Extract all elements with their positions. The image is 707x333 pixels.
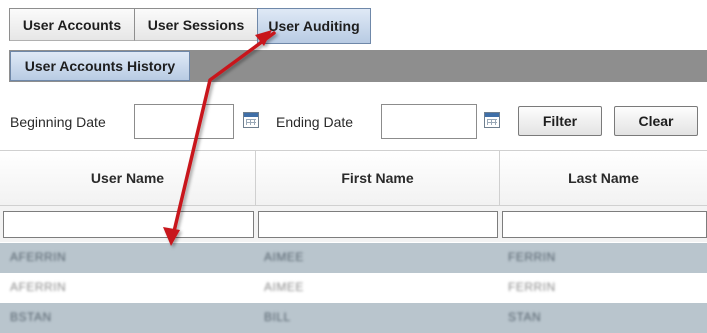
beginning-date-input[interactable] <box>134 104 234 139</box>
tab-user-sessions[interactable]: User Sessions <box>134 8 258 41</box>
tab-user-auditing[interactable]: User Auditing <box>257 8 371 44</box>
filter-button[interactable]: Filter <box>518 106 602 136</box>
last-name-cell: FERRIN <box>508 250 556 264</box>
first-name-filter-input[interactable] <box>258 211 498 238</box>
first-name-cell: AIMEE <box>264 250 304 264</box>
user-name-cell: AFERRIN <box>10 280 67 294</box>
first-name-cell: BILL <box>264 310 291 324</box>
calendar-icon[interactable] <box>243 112 259 128</box>
column-header-first-name[interactable]: First Name <box>256 151 500 205</box>
last-name-cell: STAN <box>508 310 542 324</box>
date-filter-row: Beginning Date Ending Date Filter Clear <box>0 104 707 140</box>
column-filter-row <box>0 206 707 242</box>
table-row[interactable]: BSTAN BILL STAN <box>0 303 707 333</box>
last-name-filter-input[interactable] <box>502 211 707 238</box>
main-tabs: User Accounts User Sessions User Auditin… <box>9 8 371 44</box>
first-name-cell: AIMEE <box>264 280 304 294</box>
table-row[interactable]: AFERRIN AIMEE FERRIN <box>0 273 707 303</box>
user-name-cell: BSTAN <box>10 310 52 324</box>
grid-header: User Name First Name Last Name <box>0 150 707 206</box>
table-row[interactable]: AFERRIN AIMEE FERRIN <box>0 243 707 273</box>
column-header-user-name[interactable]: User Name <box>0 151 256 205</box>
beginning-date-label: Beginning Date <box>10 114 106 130</box>
calendar-icon[interactable] <box>484 112 500 128</box>
last-name-cell: FERRIN <box>508 280 556 294</box>
ending-date-input[interactable] <box>381 104 477 139</box>
user-name-filter-input[interactable] <box>3 211 254 238</box>
tab-user-accounts[interactable]: User Accounts <box>9 8 135 41</box>
ending-date-label: Ending Date <box>276 114 354 130</box>
column-header-last-name[interactable]: Last Name <box>500 151 707 205</box>
user-name-cell: AFERRIN <box>10 250 67 264</box>
subtab-bar: User Accounts History <box>9 50 707 82</box>
clear-button[interactable]: Clear <box>614 106 698 136</box>
subtab-user-accounts-history[interactable]: User Accounts History <box>10 51 190 81</box>
